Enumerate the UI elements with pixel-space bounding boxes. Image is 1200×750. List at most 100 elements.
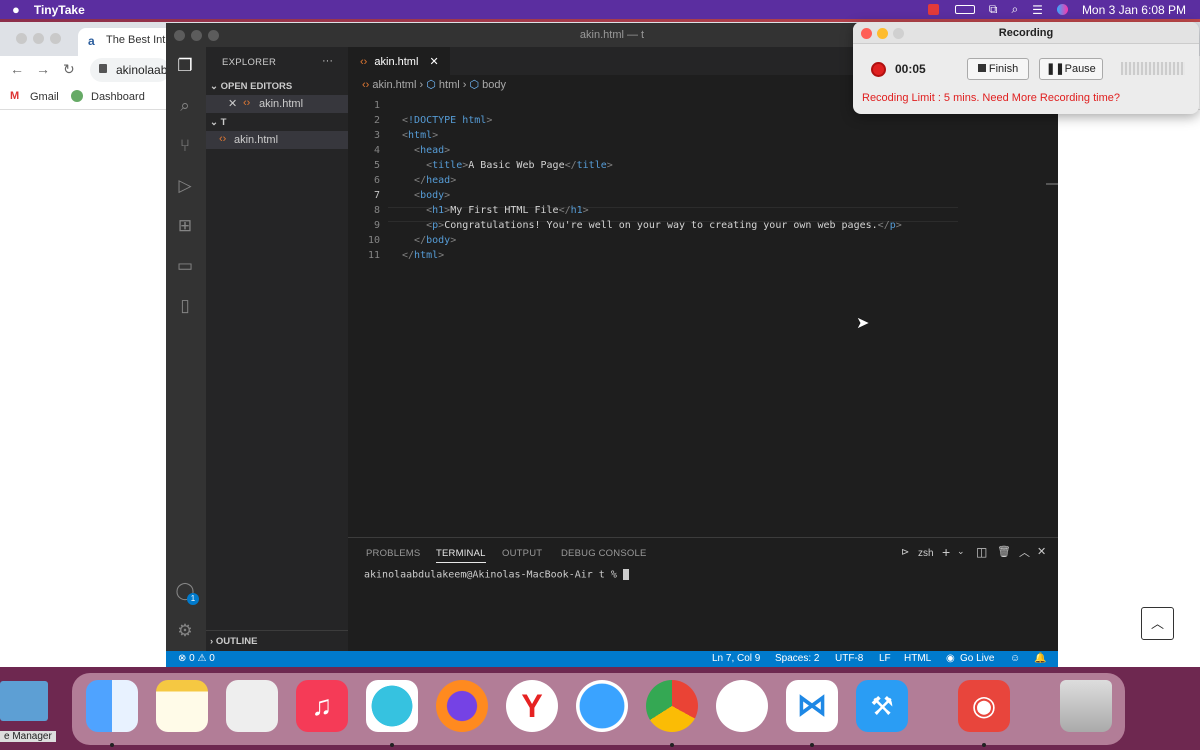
extensions-icon[interactable]: ⊞ bbox=[174, 215, 196, 237]
battery-icon[interactable] bbox=[954, 5, 975, 14]
chrome-tab[interactable]: a The Best Intr bbox=[78, 28, 178, 56]
tab-problems[interactable]: PROBLEMS bbox=[366, 548, 420, 559]
scroll-to-top-button[interactable]: ︿ bbox=[1141, 607, 1174, 640]
html-file-icon: ‹› bbox=[243, 97, 251, 109]
remote-explorer-icon[interactable]: ▭ bbox=[174, 255, 196, 277]
minimap-slider[interactable] bbox=[1046, 183, 1058, 185]
address-bar[interactable]: akinolaab bbox=[90, 58, 170, 82]
open-editors-header[interactable]: ⌄ OPEN EDITORS bbox=[210, 81, 292, 92]
launchpad-icon[interactable] bbox=[226, 680, 278, 732]
chrome-close-button[interactable] bbox=[16, 33, 27, 44]
open-editor-item[interactable]: ✕ ‹› akin.html bbox=[206, 95, 348, 113]
editor-area[interactable]: ‹› akin.html ✕ ‹› akin.html › ⬡ html › ⬡… bbox=[348, 47, 1058, 537]
feedback-icon[interactable]: ☺ bbox=[1010, 653, 1020, 664]
explorer-icon[interactable]: ❐ bbox=[174, 55, 196, 77]
code-area[interactable]: 1 2 <!DOCTYPE html> 3 <html> 4 <head> 5 <title… bbox=[348, 95, 1058, 295]
close-icon[interactable]: ✕ bbox=[228, 97, 237, 110]
tinytake-icon[interactable]: ◉ bbox=[958, 680, 1010, 732]
vscode-icon[interactable]: ⋈ bbox=[786, 680, 838, 732]
trash-icon[interactable] bbox=[1060, 680, 1112, 732]
safari-icon[interactable] bbox=[576, 680, 628, 732]
maximize-panel-icon[interactable]: ︿ bbox=[1019, 544, 1030, 560]
breadcrumb-body[interactable]: body bbox=[482, 79, 506, 91]
kill-terminal-icon[interactable]: 🗑 bbox=[997, 545, 1011, 558]
screen-mirroring-icon[interactable]: ⧉ bbox=[989, 2, 998, 17]
recording-close-button[interactable] bbox=[861, 28, 872, 39]
code-line[interactable]: <h1>My First HTML File</h1> bbox=[402, 205, 589, 216]
chrome-zoom-button[interactable] bbox=[50, 33, 61, 44]
code-line[interactable]: </html> bbox=[402, 250, 444, 261]
code-line[interactable]: <html> bbox=[402, 130, 438, 141]
docker-icon[interactable]: ▯ bbox=[174, 295, 196, 317]
code-line[interactable]: <body> bbox=[402, 190, 450, 201]
record-status-icon[interactable] bbox=[927, 4, 939, 15]
encoding[interactable]: UTF-8 bbox=[835, 653, 863, 664]
folder-header[interactable]: ⌄ T bbox=[210, 117, 226, 128]
menubar-clock[interactable]: Mon 3 Jan 6:08 PM bbox=[1082, 3, 1186, 17]
breadcrumb-html[interactable]: html bbox=[439, 79, 460, 91]
code-line[interactable]: </head> bbox=[402, 175, 456, 186]
search-icon[interactable]: ⌕ bbox=[174, 95, 196, 117]
finder-icon[interactable] bbox=[86, 680, 138, 732]
split-terminal-icon[interactable]: ◫ bbox=[976, 545, 987, 559]
tab-terminal[interactable]: TERMINAL bbox=[436, 548, 486, 563]
new-terminal-icon[interactable]: + bbox=[942, 544, 950, 560]
terminal-dropdown-icon[interactable]: ⌄ bbox=[957, 546, 965, 557]
notifications-bell-icon[interactable]: 🔔 bbox=[1034, 653, 1046, 664]
music-icon[interactable]: ♫ bbox=[296, 680, 348, 732]
finish-button[interactable]: Finish bbox=[967, 58, 1029, 80]
edge-icon[interactable] bbox=[366, 680, 418, 732]
forward-arrow-icon[interactable]: → bbox=[36, 61, 50, 77]
vscode-zoom-button[interactable] bbox=[208, 30, 219, 41]
chrome-icon[interactable] bbox=[646, 680, 698, 732]
yandex-icon[interactable]: Y bbox=[506, 680, 558, 732]
reload-icon[interactable]: ↻ bbox=[63, 61, 75, 78]
end-of-line[interactable]: LF bbox=[879, 653, 891, 664]
recording-limit-link[interactable]: Recoding Limit : 5 mins. Need More Recor… bbox=[862, 92, 1120, 104]
tab-debug-console[interactable]: DEBUG CONSOLE bbox=[561, 548, 646, 559]
firefox-icon[interactable] bbox=[436, 680, 488, 732]
outline-header[interactable]: › OUTLINE bbox=[206, 630, 348, 650]
notes-icon[interactable] bbox=[156, 680, 208, 732]
bookmark-dashboard[interactable]: Dashboard bbox=[91, 91, 145, 103]
code-line[interactable]: <!DOCTYPE html> bbox=[402, 115, 492, 126]
problems-status[interactable]: ⊗ 0 ⚠ 0 bbox=[178, 653, 215, 664]
search-icon[interactable]: ⌕ bbox=[1011, 2, 1018, 17]
app-name[interactable]: TinyTake bbox=[34, 3, 85, 17]
breadcrumb-file[interactable]: akin.html bbox=[372, 79, 416, 91]
code-line[interactable]: <head> bbox=[402, 145, 450, 156]
apple-icon[interactable]: ● bbox=[12, 2, 20, 17]
source-control-icon[interactable]: ⑂ bbox=[174, 135, 196, 157]
indent-spaces[interactable]: Spaces: 2 bbox=[775, 653, 819, 664]
cursor-position[interactable]: Ln 7, Col 9 bbox=[712, 653, 760, 664]
code-line[interactable]: </body> bbox=[402, 235, 456, 246]
siri-icon[interactable] bbox=[1056, 4, 1068, 15]
terminal-prompt[interactable]: akinolaabdulakeem@Akinolas-MacBook-Air t… bbox=[364, 569, 629, 581]
vscode-close-button[interactable] bbox=[174, 30, 185, 41]
settings-gear-icon[interactable]: ⚙ bbox=[174, 620, 196, 642]
go-live-button[interactable]: Go Live bbox=[960, 653, 994, 664]
tab-output[interactable]: OUTPUT bbox=[502, 548, 542, 559]
vscode-minimize-button[interactable] bbox=[191, 30, 202, 41]
language-mode[interactable]: HTML bbox=[904, 653, 931, 664]
finder-window-thumbnail[interactable] bbox=[0, 681, 48, 721]
recording-minimize-button[interactable] bbox=[877, 28, 888, 39]
android-studio-icon[interactable] bbox=[716, 680, 768, 732]
dashboard-icon bbox=[71, 90, 83, 102]
pause-button[interactable]: ❚❚Pause bbox=[1039, 58, 1103, 80]
chrome-minimize-button[interactable] bbox=[33, 33, 44, 44]
code-line[interactable]: <title>A Basic Web Page</title> bbox=[402, 160, 613, 171]
back-arrow-icon[interactable]: ← bbox=[10, 61, 24, 77]
tab-close-icon[interactable]: ✕ bbox=[429, 56, 438, 68]
terminal-shell-label[interactable]: zsh bbox=[918, 548, 934, 559]
explorer-more-button[interactable]: ··· bbox=[322, 55, 333, 67]
control-center-icon[interactable]: ☰ bbox=[1032, 3, 1043, 17]
recording-zoom-button[interactable] bbox=[893, 28, 904, 39]
bookmark-gmail[interactable]: Gmail bbox=[30, 91, 59, 103]
xcode-icon[interactable]: ⚒ bbox=[856, 680, 908, 732]
editor-tab[interactable]: ‹› akin.html ✕ bbox=[348, 47, 450, 75]
close-panel-icon[interactable]: ✕ bbox=[1037, 545, 1046, 558]
folder-file-item[interactable]: ‹› akin.html bbox=[206, 131, 348, 149]
run-debug-icon[interactable]: ▷ bbox=[174, 175, 196, 197]
code-line[interactable]: <p>Congratulations! You're well on your … bbox=[402, 220, 902, 231]
